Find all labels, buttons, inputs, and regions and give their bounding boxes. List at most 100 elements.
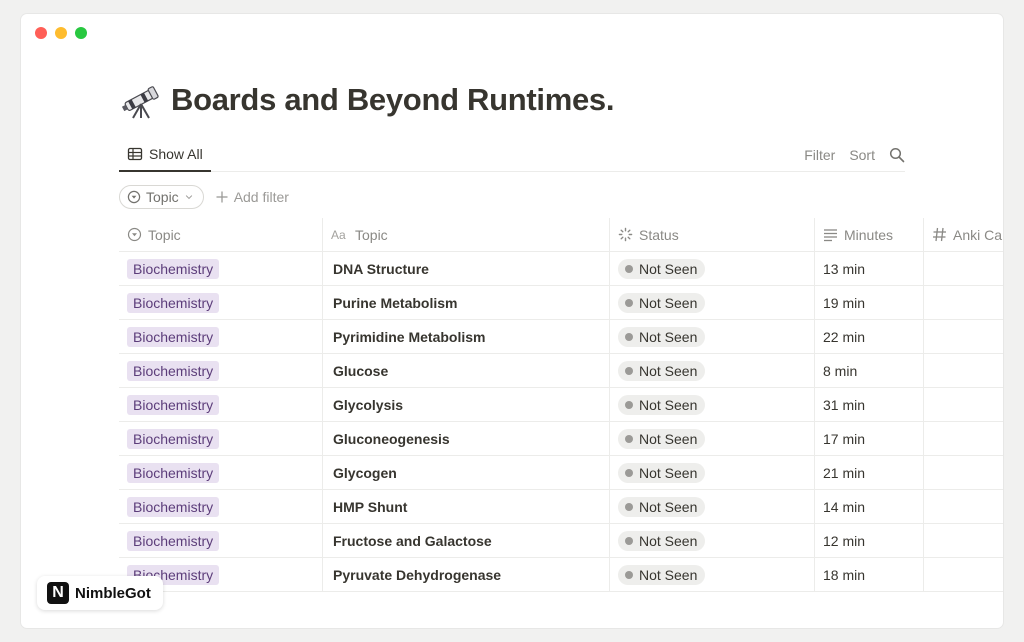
minutes-value: 18 min (823, 566, 866, 583)
anki-cell[interactable] (924, 354, 1003, 387)
status-label: Not Seen (639, 396, 698, 413)
status-cell[interactable]: Not Seen (610, 252, 815, 285)
topic-title: Glycogen (333, 464, 397, 481)
category-tag: Biochemistry (127, 530, 220, 551)
category-cell[interactable]: Biochemistry (119, 252, 323, 285)
topic-cell[interactable]: Glycogen (323, 456, 610, 489)
anki-cell[interactable] (924, 490, 1003, 523)
status-badge: Not Seen (618, 360, 706, 381)
table-header: Topic Aa Topic Status Minutes Anki Ca (119, 218, 1003, 252)
status-dot (625, 570, 633, 579)
status-label: Not Seen (639, 498, 698, 515)
topic-filter-pill[interactable]: Topic (119, 185, 204, 209)
filter-button[interactable]: Filter (804, 147, 835, 163)
search-icon[interactable] (889, 147, 905, 163)
table-row[interactable]: Biochemistry Pyruvate Dehydrogenase Not Se… (119, 558, 1003, 592)
maximize-window-button[interactable] (75, 27, 87, 39)
column-header-status[interactable]: Status (610, 218, 815, 251)
add-filter-button[interactable]: Add filter (216, 189, 289, 205)
anki-cell[interactable] (924, 286, 1003, 319)
anki-cell[interactable] (924, 252, 1003, 285)
table-row[interactable]: Biochemistry Gluconeogenesis Not Seen 17 mi… (119, 422, 1003, 456)
category-tag: Biochemistry (127, 292, 220, 313)
tab-show-all[interactable]: Show All (119, 138, 211, 172)
anki-cell[interactable] (924, 456, 1003, 489)
close-window-button[interactable] (35, 27, 47, 39)
brand-badge: N NimbleGot (37, 576, 163, 610)
anki-cell[interactable] (924, 388, 1003, 421)
status-label: Not Seen (639, 328, 698, 345)
status-cell[interactable]: Not Seen (610, 388, 815, 421)
category-cell[interactable]: Biochemistry (119, 490, 323, 523)
table-icon (127, 147, 143, 161)
column-header-topic[interactable]: Aa Topic (323, 218, 610, 251)
status-badge: Not Seen (618, 326, 706, 347)
table-body: Biochemistry DNA Structure Not Seen 13 min B… (119, 252, 1003, 592)
topic-cell[interactable]: Gluconeogenesis (323, 422, 610, 455)
status-cell[interactable]: Not Seen (610, 490, 815, 523)
minutes-cell[interactable]: 18 min (815, 558, 924, 591)
minutes-cell[interactable]: 31 min (815, 388, 924, 421)
column-header-minutes[interactable]: Minutes (815, 218, 924, 251)
table-row[interactable]: Biochemistry Glycogen Not Seen 21 min (119, 456, 1003, 490)
topic-cell[interactable]: Pyrimidine Metabolism (323, 320, 610, 353)
category-cell[interactable]: Biochemistry (119, 524, 323, 557)
minutes-cell[interactable]: 19 min (815, 286, 924, 319)
status-cell[interactable]: Not Seen (610, 558, 815, 591)
minutes-cell[interactable]: 17 min (815, 422, 924, 455)
category-cell[interactable]: Biochemistry (119, 320, 323, 353)
table-row[interactable]: Biochemistry Purine Metabolism Not Seen 19 … (119, 286, 1003, 320)
status-badge: Not Seen (618, 292, 706, 313)
table-row[interactable]: Biochemistry Glucose Not Seen 8 min (119, 354, 1003, 388)
chevron-down-icon (185, 195, 192, 200)
topic-cell[interactable]: Fructose and Galactose (323, 524, 610, 557)
table-row[interactable]: Biochemistry Fructose and Galactose Not Se… (119, 524, 1003, 558)
topic-cell[interactable]: Glucose (323, 354, 610, 387)
anki-cell[interactable] (924, 524, 1003, 557)
category-cell[interactable]: Biochemistry (119, 456, 323, 489)
minutes-cell[interactable]: 12 min (815, 524, 924, 557)
table-row[interactable]: Biochemistry Glycolysis Not Seen 31 min (119, 388, 1003, 422)
topic-cell[interactable]: Purine Metabolism (323, 286, 610, 319)
sort-button[interactable]: Sort (849, 147, 875, 163)
category-cell[interactable]: Biochemistry (119, 286, 323, 319)
minutes-cell[interactable]: 13 min (815, 252, 924, 285)
table-row[interactable]: Biochemistry HMP Shunt Not Seen 14 min (119, 490, 1003, 524)
category-cell[interactable]: Biochemistry (119, 422, 323, 455)
minutes-cell[interactable]: 14 min (815, 490, 924, 523)
status-badge: Not Seen (618, 428, 706, 449)
table-row[interactable]: Biochemistry Pyrimidine Metabolism Not See… (119, 320, 1003, 354)
status-cell[interactable]: Not Seen (610, 286, 815, 319)
topic-title: Pyrimidine Metabolism (333, 328, 486, 345)
minutes-cell[interactable]: 22 min (815, 320, 924, 353)
minutes-value: 17 min (823, 430, 866, 447)
status-cell[interactable]: Not Seen (610, 456, 815, 489)
status-cell[interactable]: Not Seen (610, 524, 815, 557)
anki-cell[interactable] (924, 558, 1003, 591)
topic-cell[interactable]: HMP Shunt (323, 490, 610, 523)
minutes-value: 22 min (823, 328, 866, 345)
topic-cell[interactable]: Glycolysis (323, 388, 610, 421)
column-header-anki[interactable]: Anki Ca (924, 218, 1003, 251)
status-cell[interactable]: Not Seen (610, 422, 815, 455)
topic-title: Purine Metabolism (333, 294, 458, 311)
category-cell[interactable]: Biochemistry (119, 354, 323, 387)
minutes-cell[interactable]: 21 min (815, 456, 924, 489)
topic-cell[interactable]: Pyruvate Dehydrogenase (323, 558, 610, 591)
status-dot (625, 502, 633, 511)
status-cell[interactable]: Not Seen (610, 354, 815, 387)
minutes-cell[interactable]: 8 min (815, 354, 924, 387)
category-tag: Biochemistry (127, 462, 220, 483)
page-title-text: Boards and Beyond Runtimes. (171, 82, 615, 117)
status-label: Not Seen (639, 294, 698, 311)
anki-cell[interactable] (924, 320, 1003, 353)
topic-cell[interactable]: DNA Structure (323, 252, 610, 285)
anki-cell[interactable] (924, 422, 1003, 455)
minimize-window-button[interactable] (55, 27, 67, 39)
status-cell[interactable]: Not Seen (610, 320, 815, 353)
column-header-category[interactable]: Topic (119, 218, 323, 251)
table-row[interactable]: Biochemistry DNA Structure Not Seen 13 min (119, 252, 1003, 286)
status-badge: Not Seen (618, 394, 706, 415)
minutes-value: 14 min (823, 498, 866, 515)
category-cell[interactable]: Biochemistry (119, 388, 323, 421)
